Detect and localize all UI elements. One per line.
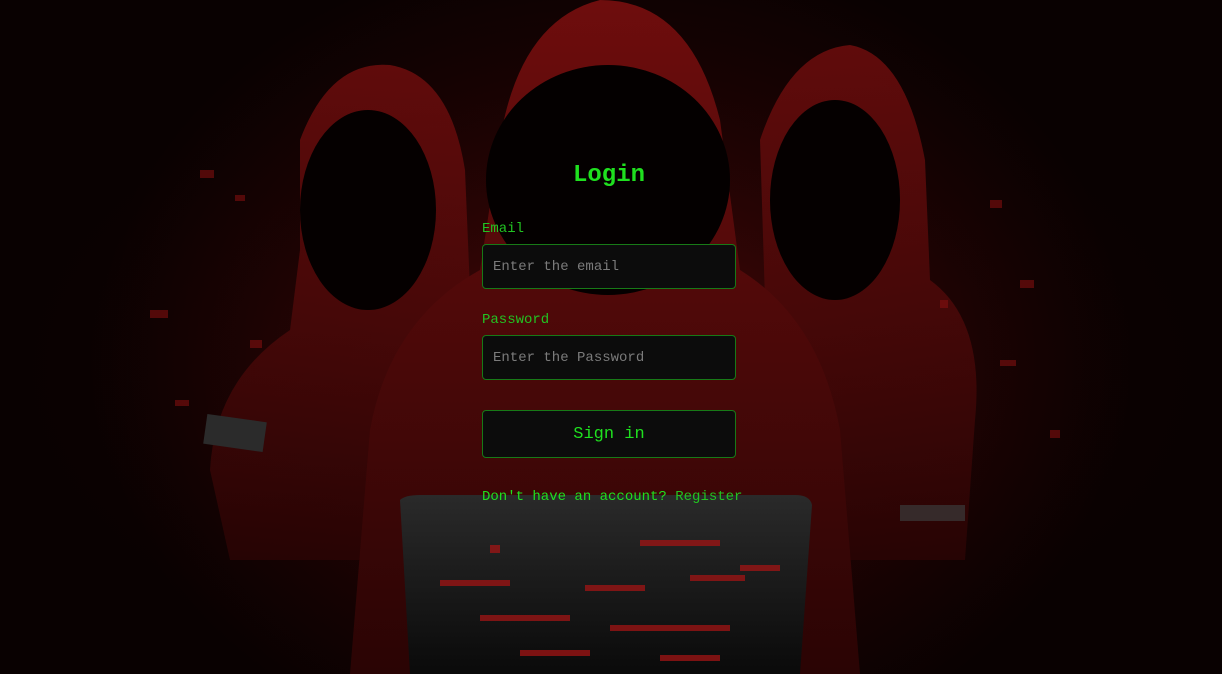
login-page: Login Email Password Sign in Don't have …	[0, 0, 1222, 674]
password-field-group: Password	[482, 311, 736, 380]
register-prompt-line: Don't have an account? Register	[482, 488, 742, 506]
login-form: Login Email Password Sign in Don't have …	[482, 150, 742, 506]
register-prompt-text: Don't have an account?	[482, 489, 676, 505]
sign-in-button[interactable]: Sign in	[482, 410, 736, 458]
email-input[interactable]	[482, 244, 736, 289]
email-label: Email	[482, 221, 525, 237]
password-label: Password	[482, 312, 550, 328]
register-link[interactable]: Register	[675, 489, 742, 505]
password-input[interactable]	[482, 335, 736, 380]
login-title: Login	[572, 162, 645, 189]
email-field-group: Email	[482, 220, 736, 289]
